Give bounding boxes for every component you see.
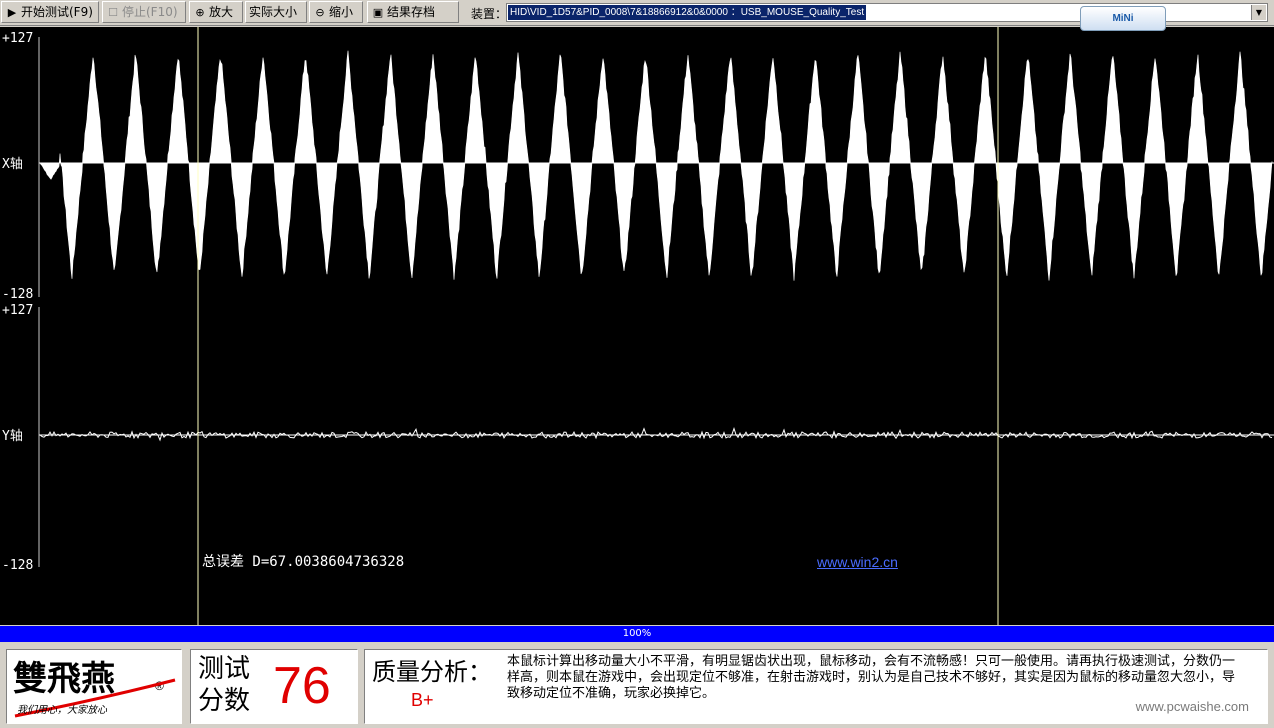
start-test-button[interactable]: ▶ 开始测试(F9)	[1, 1, 99, 23]
quality-label: 质量分析：	[372, 658, 492, 686]
mini-label: MiNi	[1112, 13, 1134, 24]
quality-panel: 质量分析： B+ 本鼠标计算出移动量大小不平滑，有明显锯齿状出现，鼠标移动，会有…	[364, 649, 1268, 724]
play-icon: ▶	[7, 6, 17, 19]
score-label: 测试分数	[198, 654, 251, 716]
score-value: 76	[273, 657, 331, 715]
bottom-panel: 雙飛燕 ® 我们用心，大家放心 测试分数 76 质量分析： B+ 本鼠标计算出移…	[0, 643, 1274, 728]
device-label: 装置：	[471, 7, 508, 21]
y-axis-trace	[39, 427, 1273, 442]
dropdown-arrow-icon[interactable]: ▼	[1251, 5, 1266, 20]
y-axis-max-label: +127	[2, 303, 34, 318]
actual-size-button[interactable]: 实际大小	[245, 1, 307, 23]
magnifier-minus-icon: ⊖	[315, 6, 325, 19]
stop-button[interactable]: ☐ 停止(F10)	[102, 1, 186, 23]
floppy-disk-icon: ▣	[372, 6, 384, 19]
brand-logo: 雙飛燕 ® 我们用心，大家放心	[13, 659, 176, 718]
plot-area: +127 X轴 -128 +127 Y轴 -128 总误差 D=67.00386…	[0, 27, 1274, 625]
x-axis-min-label: -128	[2, 287, 34, 302]
zoom-in-button[interactable]: ⊕ 放大	[189, 1, 243, 23]
zoom-out-button[interactable]: ⊖ 缩小	[309, 1, 363, 23]
progress-bar: 100%	[0, 626, 1274, 642]
magnifier-plus-icon: ⊕	[195, 6, 205, 19]
mini-button[interactable]: MiNi	[1080, 6, 1166, 31]
score-panel: 测试分数 76	[190, 649, 358, 724]
brand-slogan: 我们用心，大家放心	[17, 704, 108, 716]
progress-label: 100%	[622, 628, 652, 639]
y-axis-name: Y轴	[2, 429, 23, 444]
quality-analysis-text: 本鼠标计算出移动量大小不平滑，有明显锯齿状出现，鼠标移动，会有不流畅感！只可一般…	[507, 654, 1236, 701]
total-error-label: 总误差 D=67.0038604736328	[202, 554, 405, 570]
quality-grade: B+	[411, 690, 434, 710]
waveform-chart	[38, 27, 1274, 625]
watermark: www.pcwaishe.com	[1135, 699, 1249, 714]
brand-logo-panel: 雙飛燕 ® 我们用心，大家放心	[6, 649, 182, 724]
x-axis-max-label: +127	[2, 31, 34, 46]
website-link[interactable]: www.win2.cn	[817, 555, 898, 569]
brand-name: 雙飛燕	[13, 659, 115, 699]
x-axis-name: X轴	[2, 157, 23, 172]
y-axis-min-label: -128	[2, 558, 34, 573]
x-axis-trace	[39, 50, 1273, 281]
checkbox-icon: ☐	[108, 6, 118, 19]
save-results-button[interactable]: ▣ 结果存档	[367, 1, 459, 23]
device-value: HID\VID_1D57&PID_0008\7&18866912&0&0000 …	[508, 5, 867, 20]
